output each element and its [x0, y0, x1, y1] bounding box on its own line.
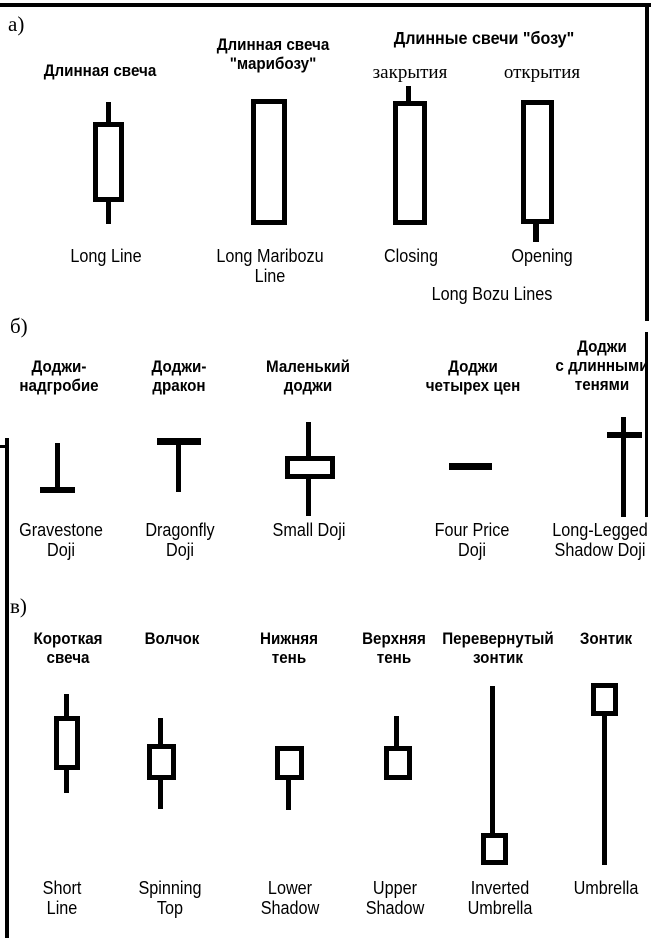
label-ru-gravestone-doji: Доджи- надгробие	[19, 358, 99, 395]
label-ru-umbrella: Зонтик	[579, 630, 633, 648]
label-ru-four-price-doji: Доджи четырех цен	[425, 358, 521, 395]
doji-open-close-bar	[40, 487, 75, 493]
label-ru-short-line: Короткая свеча	[33, 630, 103, 667]
candle-body	[275, 746, 304, 780]
label-en-four-price-doji: Four Price Doji	[434, 520, 510, 560]
lower-wick	[158, 776, 163, 809]
label-en-inverted-umbrella: Inverted Umbrella	[467, 878, 533, 918]
label-ru-long-legged-doji: Доджи с длинными тенями	[555, 338, 649, 394]
upper-wick	[394, 716, 399, 750]
lower-wick	[176, 444, 181, 492]
label-ru-dragonfly-doji: Доджи- дракон	[151, 358, 207, 395]
page-border-left-tick	[0, 445, 6, 448]
lower-wick	[602, 712, 607, 865]
label-ru-lower-shadow: Нижняя тень	[260, 630, 318, 667]
doji-open-close-bar	[607, 432, 642, 438]
label-ru-long-maribozu: Длинная свеча "марибозу"	[216, 36, 330, 73]
label-ru-opening: открытия	[503, 62, 581, 83]
label-en-dragonfly-doji: Dragonfly Doji	[145, 520, 215, 560]
diagram-page: а) Длинная свеча Длинная свеча "марибозу…	[0, 0, 653, 947]
candle-body	[481, 833, 508, 865]
lower-wick	[106, 198, 111, 224]
lower-wick	[64, 766, 69, 793]
label-ru-long-line: Длинная свеча	[43, 62, 157, 80]
candle-body	[54, 716, 80, 770]
label-en-long-legged-doji: Long-Legged Shadow Doji	[552, 520, 648, 560]
label-en-long-line: Long Line	[70, 246, 142, 266]
candle-body	[393, 101, 427, 225]
section-letter-b: б)	[10, 314, 28, 338]
label-en-small-doji: Small Doji	[272, 520, 346, 540]
candle-body	[384, 746, 412, 780]
label-en-upper-shadow: Upper Shadow	[365, 878, 425, 918]
label-en-gravestone-doji: Gravestone Doji	[19, 520, 103, 560]
label-en-closing: Closing	[383, 246, 439, 266]
label-en-umbrella: Umbrella	[573, 878, 639, 898]
candle-body	[285, 456, 335, 479]
section-letter-v: в)	[10, 594, 27, 618]
page-border-right-upper	[645, 3, 649, 321]
page-border-left	[5, 438, 9, 938]
candle-body	[251, 99, 287, 225]
label-ru-inverted-umbrella: Перевернутый зонтик	[442, 630, 554, 667]
candle-body	[521, 100, 554, 224]
label-en-short-line: Short Line	[42, 878, 82, 918]
label-en-spinning-top: Spinning Top	[138, 878, 202, 918]
label-ru-upper-shadow: Верхняя тень	[362, 630, 426, 667]
label-en-lower-shadow: Lower Shadow	[260, 878, 320, 918]
group-heading-ru-long-bozu: Длинные свечи "бозу"	[393, 28, 575, 48]
candle-body	[147, 744, 176, 780]
label-en-opening: Opening	[511, 246, 573, 266]
group-caption-en-long-bozu: Long Bozu Lines	[431, 284, 553, 304]
lower-wick	[533, 221, 539, 242]
label-en-long-maribozu: Long Maribozu Line	[216, 246, 324, 286]
label-ru-spinning-top: Волчок	[144, 630, 200, 648]
candle-body	[93, 122, 124, 202]
doji-open-close-bar	[449, 463, 492, 470]
lower-wick	[286, 776, 291, 810]
upper-wick	[490, 686, 495, 838]
page-border-top	[0, 3, 651, 7]
label-ru-closing: закрытия	[372, 62, 448, 83]
label-ru-small-doji: Маленький доджи	[266, 358, 350, 395]
upper-wick	[55, 443, 60, 491]
section-letter-a: а)	[8, 12, 25, 36]
